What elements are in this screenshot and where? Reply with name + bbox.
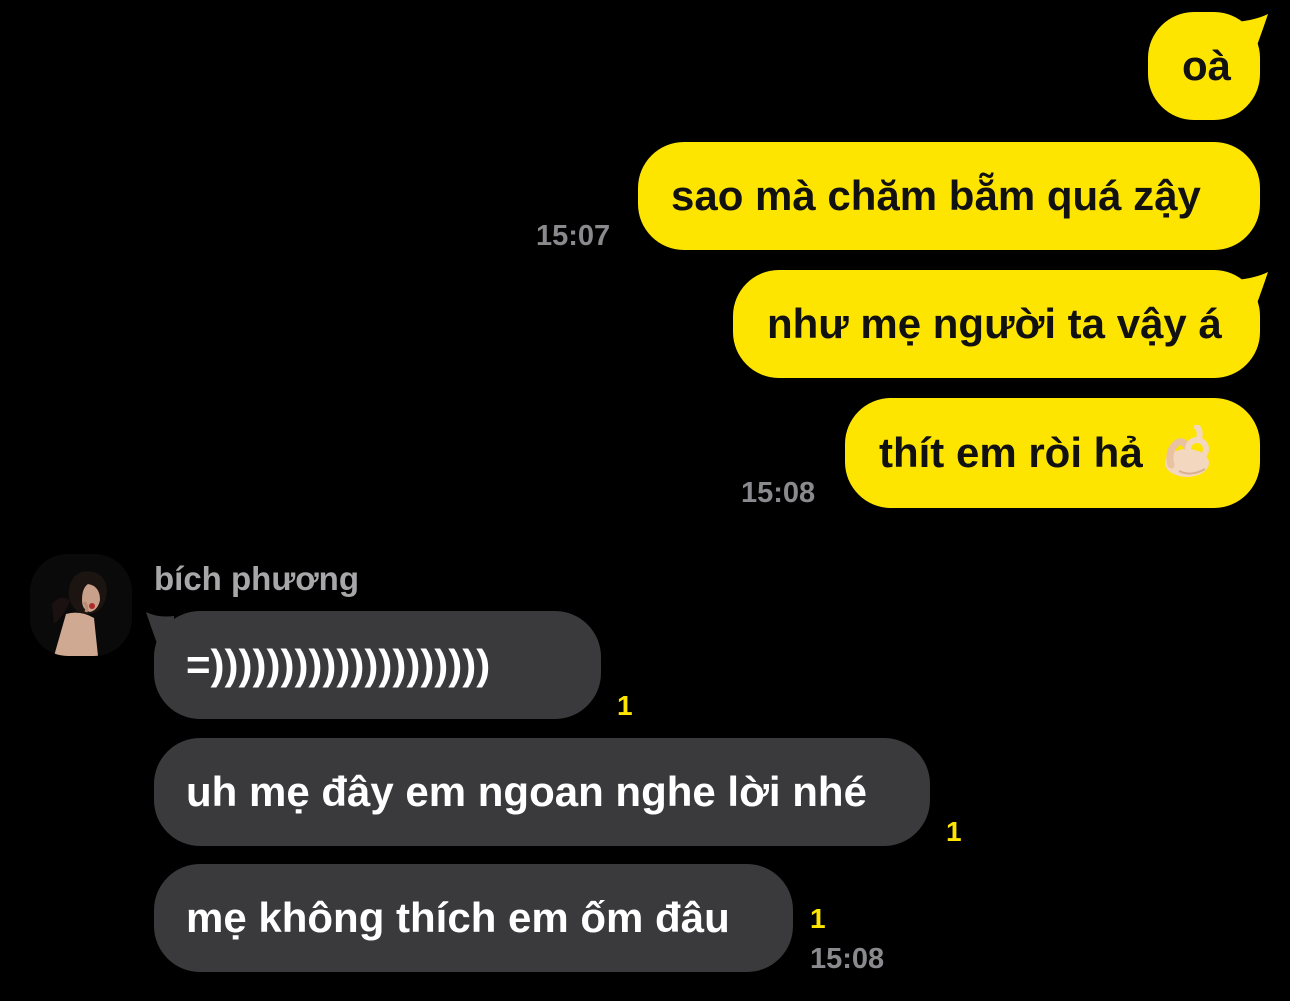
ok-hand-icon (1164, 425, 1209, 477)
outgoing-message[interactable]: sao mà chăm bẵm quá zậy (638, 142, 1260, 250)
unread-count: 1 (810, 903, 826, 934)
outgoing-message[interactable]: như mẹ người ta vậy á (733, 270, 1260, 378)
bubble-tail (1236, 14, 1268, 48)
message-text: oà (1182, 42, 1232, 89)
outgoing-message[interactable]: thít em ròi hả (845, 398, 1260, 508)
message-timestamp: 15:07 (536, 220, 611, 252)
message-timestamp: 15:08 (810, 943, 885, 975)
message-text: thít em ròi hả (879, 429, 1143, 476)
sender-name: bích phương (154, 560, 359, 597)
bubble-tail (1236, 272, 1268, 306)
avatar[interactable] (30, 554, 132, 656)
unread-count: 1 (617, 690, 633, 721)
message-text: sao mà chăm bẵm quá zậy (671, 172, 1201, 219)
message-timestamp: 15:08 (741, 477, 816, 509)
incoming-message[interactable]: mẹ không thích em ốm đâu (154, 864, 793, 972)
incoming-message[interactable]: =)))))))))))))))))))) (154, 611, 601, 719)
incoming-message[interactable]: uh mẹ đây em ngoan nghe lời nhé (154, 738, 930, 846)
profile-photo-icon (30, 554, 132, 656)
message-text: như mẹ người ta vậy á (767, 300, 1222, 347)
unread-count: 1 (946, 816, 962, 847)
message-text: uh mẹ đây em ngoan nghe lời nhé (186, 768, 867, 815)
message-text: mẹ không thích em ốm đâu (186, 894, 730, 941)
message-text: =)))))))))))))))))))) (186, 641, 491, 688)
